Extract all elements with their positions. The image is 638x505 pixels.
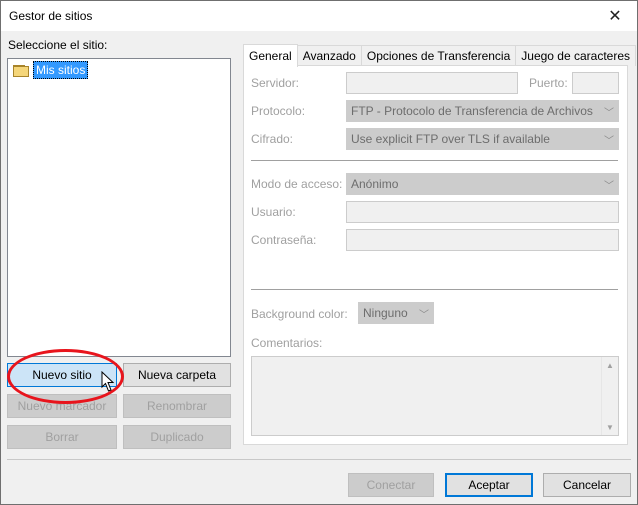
user-label: Usuario:: [251, 205, 296, 219]
background-color-select[interactable]: Ninguno ﹀: [358, 302, 434, 324]
new-folder-button[interactable]: Nueva carpeta: [123, 363, 231, 387]
protocol-label: Protocolo:: [251, 104, 306, 118]
scroll-down-icon[interactable]: ▼: [602, 419, 618, 435]
encryption-value: Use explicit FTP over TLS if available: [351, 132, 550, 146]
duplicate-button[interactable]: Duplicado: [123, 425, 231, 449]
folder-icon: [13, 63, 29, 77]
server-input[interactable]: [346, 72, 518, 94]
tab-charset[interactable]: Juego de caracteres: [515, 45, 637, 66]
protocol-value: FTP - Protocolo de Transferencia de Arch…: [351, 104, 593, 118]
access-mode-label: Modo de acceso:: [251, 177, 343, 191]
chevron-down-icon: ﹀: [604, 136, 614, 147]
divider: [251, 160, 618, 161]
password-label: Contraseña:: [251, 233, 317, 247]
tree-item-label: Mis sitios: [33, 61, 89, 79]
port-label: Puerto:: [529, 76, 568, 90]
site-tree[interactable]: Mis sitios: [7, 58, 231, 357]
tab-transfer-options[interactable]: Opciones de Transferencia: [360, 45, 517, 66]
mouse-cursor-icon: [101, 371, 115, 392]
general-panel: Servidor: Puerto: Protocolo: FTP - Proto…: [243, 65, 628, 445]
chevron-down-icon: ﹀: [604, 181, 614, 192]
select-site-label: Seleccione el sitio:: [8, 38, 108, 52]
delete-button[interactable]: Borrar: [7, 425, 117, 449]
scrollbar[interactable]: ▲ ▼: [601, 357, 618, 435]
rename-button[interactable]: Renombrar: [123, 394, 231, 418]
cancel-button[interactable]: Cancelar: [543, 473, 631, 497]
encryption-label: Cifrado:: [251, 132, 294, 146]
accept-button[interactable]: Aceptar: [445, 473, 533, 497]
new-bookmark-button[interactable]: Nuevo marcador: [7, 394, 117, 418]
window-title: Gestor de sitios: [9, 9, 93, 23]
footer-divider: [7, 459, 631, 460]
scroll-up-icon[interactable]: ▲: [602, 357, 618, 373]
server-label: Servidor:: [251, 76, 300, 90]
chevron-down-icon: ﹀: [419, 310, 429, 321]
comments-label: Comentarios:: [251, 336, 323, 350]
access-mode-select[interactable]: Anónimo ﹀: [346, 173, 619, 195]
background-color-label: Background color:: [251, 307, 348, 321]
user-input[interactable]: [346, 201, 619, 223]
site-manager-window: Gestor de sitios ✕ Seleccione el sitio: …: [0, 0, 638, 505]
chevron-down-icon: ﹀: [604, 108, 614, 119]
tab-general[interactable]: General: [243, 44, 298, 67]
close-icon[interactable]: ✕: [593, 1, 637, 31]
tree-item-my-sites[interactable]: Mis sitios: [13, 61, 89, 79]
background-color-value: Ninguno: [363, 306, 408, 320]
divider: [251, 289, 618, 290]
access-mode-value: Anónimo: [351, 177, 399, 191]
encryption-select[interactable]: Use explicit FTP over TLS if available ﹀: [346, 128, 619, 150]
password-input[interactable]: [346, 229, 619, 251]
protocol-select[interactable]: FTP - Protocolo de Transferencia de Arch…: [346, 100, 619, 122]
connect-button[interactable]: Conectar: [348, 473, 434, 497]
port-input[interactable]: [572, 72, 619, 94]
tab-advanced[interactable]: Avanzado: [296, 45, 362, 66]
comments-textarea[interactable]: ▲ ▼: [251, 356, 619, 436]
settings-tabs: General Avanzado Opciones de Transferenc…: [243, 44, 637, 67]
title-bar: Gestor de sitios ✕: [1, 1, 637, 31]
